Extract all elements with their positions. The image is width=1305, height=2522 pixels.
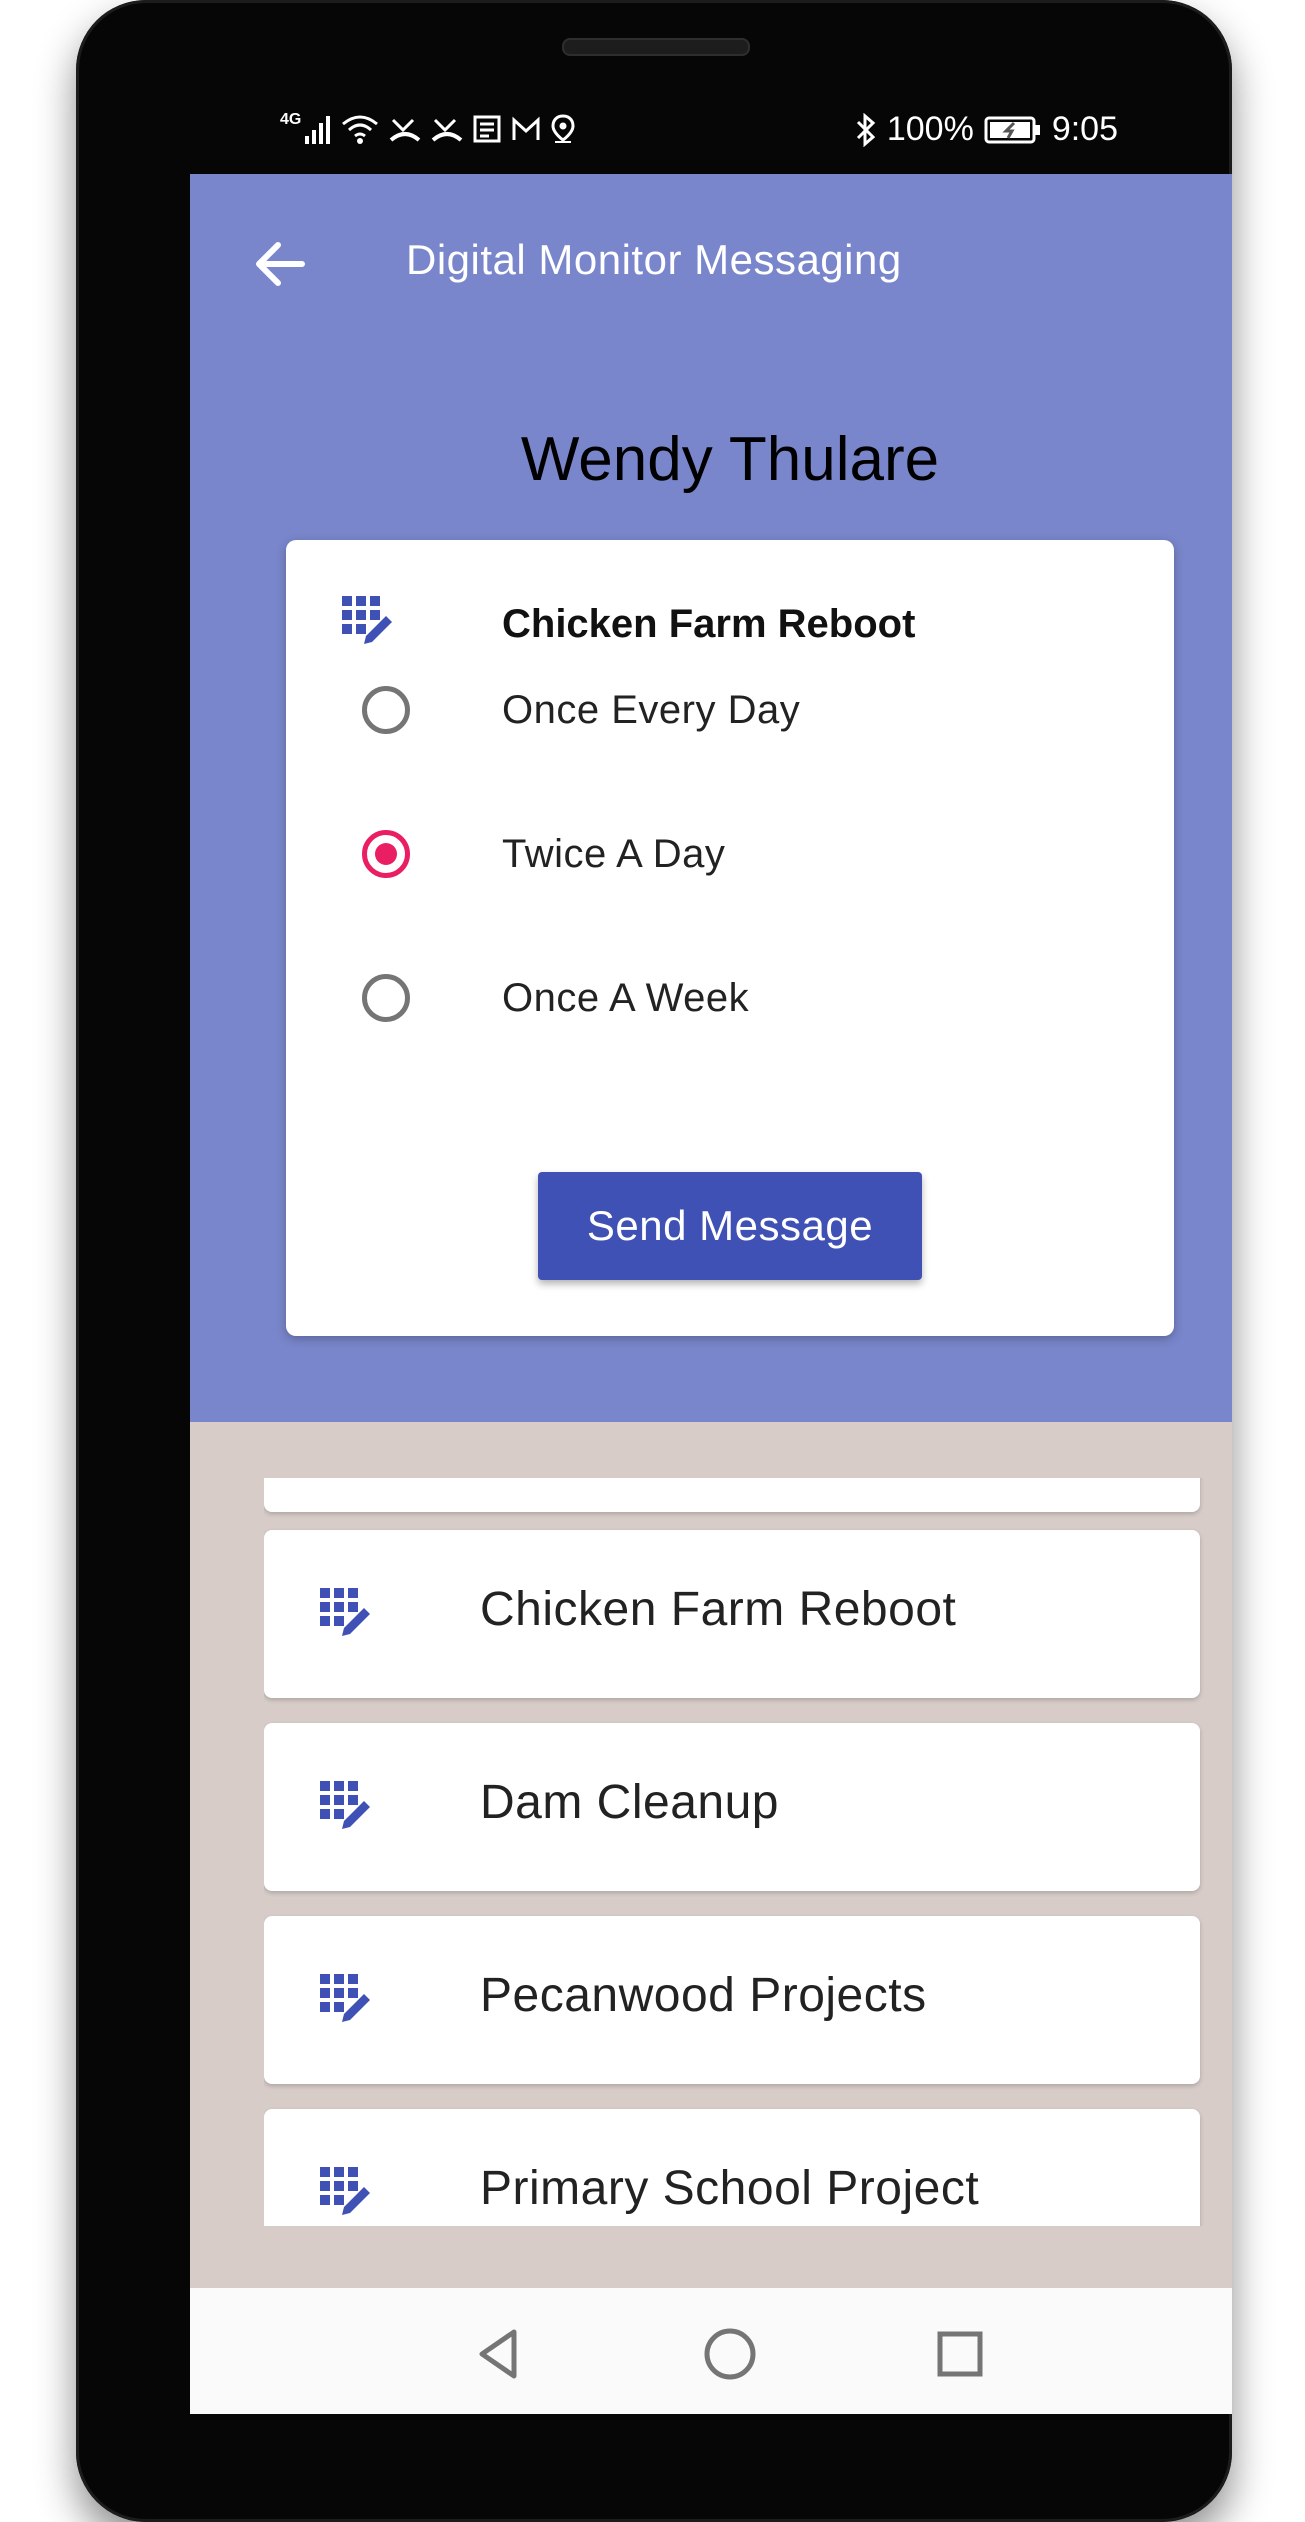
- radio-button[interactable]: [362, 686, 410, 734]
- project-list[interactable]: Chicken Farm Reboot Dam Cleanup Pecanwoo…: [264, 1478, 1204, 2226]
- list-item-label: Chicken Farm Reboot: [480, 1583, 957, 1636]
- option-label: Once Every Day: [502, 688, 801, 732]
- radio-button[interactable]: [362, 974, 410, 1022]
- nav-recents-button[interactable]: [930, 2324, 990, 2384]
- option-once-a-week[interactable]: Once A Week: [362, 958, 1062, 1048]
- card-header: [342, 596, 394, 648]
- grid-edit-icon: [320, 2167, 370, 2215]
- list-item-label: Primary School Project: [480, 2162, 980, 2215]
- radio-button-selected[interactable]: [362, 830, 410, 878]
- speaker-grille: [562, 38, 750, 56]
- status-icons-right: 100% 9:05: [855, 110, 1118, 149]
- status-bar: 4G 100% 9:05: [190, 110, 1118, 160]
- app-title: Digital Monitor Messaging: [406, 236, 902, 283]
- card-project-title: Chicken Farm Reboot: [502, 602, 916, 646]
- list-item-label: Pecanwood Projects: [480, 1969, 927, 2022]
- send-message-button[interactable]: Send Message: [538, 1172, 922, 1280]
- network-type-label: 4G: [280, 111, 302, 128]
- clock-time: 9:05: [1051, 110, 1118, 148]
- nav-home-button[interactable]: [700, 2324, 760, 2384]
- header-panel: Digital Monitor Messaging Wendy Thulare …: [190, 174, 1232, 1422]
- list-item-partial[interactable]: [264, 1478, 1200, 1512]
- back-button[interactable]: [240, 224, 320, 304]
- arrow-back-icon: [256, 242, 305, 286]
- gmail-icon: [512, 116, 540, 140]
- list-item[interactable]: Dam Cleanup: [264, 1723, 1200, 1891]
- option-label: Twice A Day: [502, 832, 726, 876]
- list-item[interactable]: Primary School Project: [264, 2109, 1200, 2226]
- battery-percent: 100%: [886, 110, 974, 148]
- list-item[interactable]: Chicken Farm Reboot: [264, 1530, 1200, 1698]
- wifi-icon: [342, 115, 379, 144]
- nav-back-button[interactable]: [470, 2324, 530, 2384]
- person-name: Wendy Thulare: [520, 425, 940, 494]
- grid-edit-icon: [320, 1781, 370, 1829]
- news-icon: [473, 115, 501, 143]
- option-twice-a-day[interactable]: Twice A Day: [362, 814, 1062, 904]
- grid-edit-icon: [342, 596, 392, 644]
- system-nav-bar: [190, 2288, 1232, 2414]
- app-screen: Digital Monitor Messaging Wendy Thulare …: [190, 174, 1232, 2414]
- list-item-label: Dam Cleanup: [480, 1776, 779, 1829]
- grid-edit-icon: [320, 1588, 370, 1636]
- missed-call-icon: [432, 118, 463, 142]
- missed-call-icon: [390, 118, 421, 142]
- message-card: Chicken Farm Reboot Once Every Day Twice…: [286, 540, 1174, 1336]
- recents-square-icon: [937, 2331, 983, 2377]
- signal-icon: [305, 116, 331, 144]
- location-icon: [551, 114, 575, 143]
- option-label: Once A Week: [502, 976, 750, 1020]
- back-triangle-icon: [479, 2329, 517, 2379]
- grid-edit-icon: [320, 1974, 370, 2022]
- phone-frame: 4G 100% 9:05 Digital Monitor Messaging W…: [76, 0, 1232, 2522]
- home-circle-icon: [704, 2328, 756, 2380]
- bluetooth-icon: [856, 112, 876, 147]
- list-item[interactable]: Pecanwood Projects: [264, 1916, 1200, 2084]
- option-once-every-day[interactable]: Once Every Day: [362, 670, 1062, 760]
- status-icons-left: 4G: [280, 111, 575, 144]
- battery-charging-icon: [984, 116, 1040, 143]
